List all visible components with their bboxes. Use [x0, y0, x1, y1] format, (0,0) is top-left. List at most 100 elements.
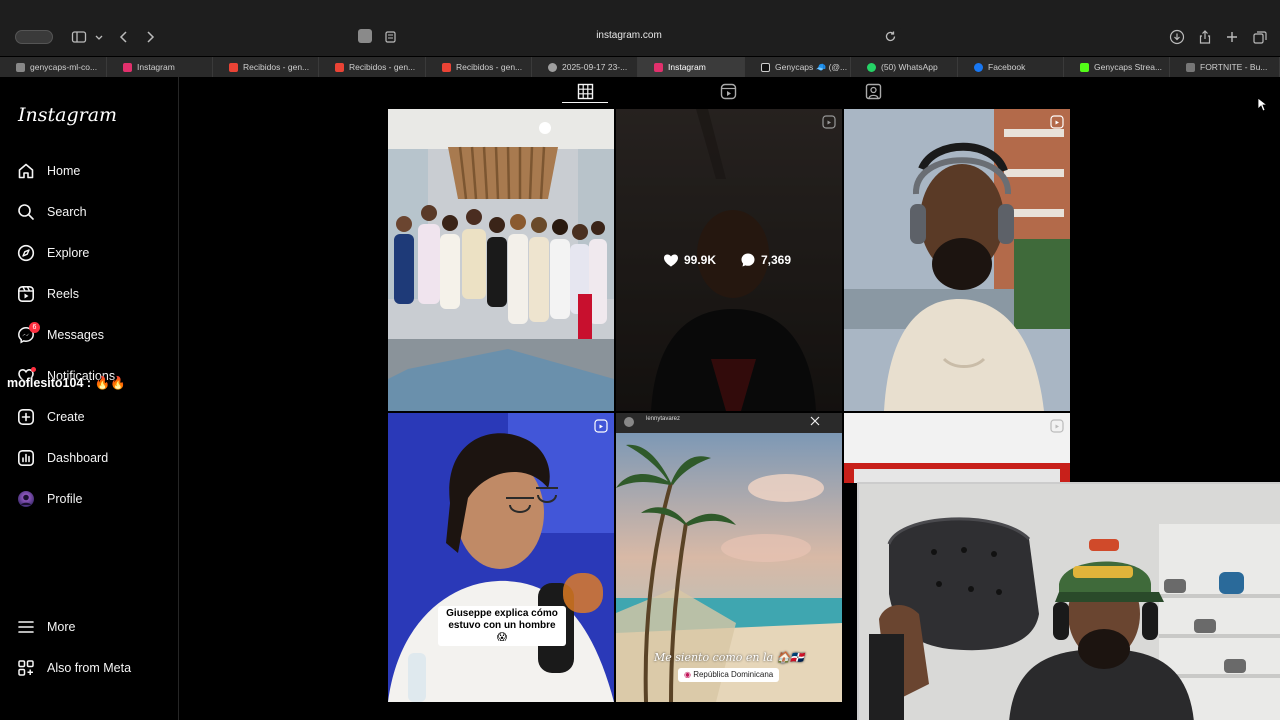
browser-tab[interactable]: (50) WhatsApp: [851, 57, 958, 77]
browser-tab[interactable]: Recibidos - gen...: [426, 57, 532, 77]
story-username: lennytavarez: [646, 416, 681, 422]
nav-label: Profile: [47, 492, 83, 506]
likes-value: 99.9K: [684, 253, 717, 267]
tab-favicon-icon: [335, 62, 344, 72]
post-thumbnail[interactable]: [844, 109, 1070, 411]
reel-indicator-icon: [1050, 115, 1064, 129]
post-thumbnail-hovered[interactable]: 99.9K 7,369: [616, 109, 842, 411]
tab-label: 2025-09-17 23-...: [562, 62, 628, 72]
tab-favicon-icon: [442, 62, 451, 72]
nav-label: Dashboard: [47, 451, 109, 465]
browser-tab[interactable]: Genycaps Strea...: [1064, 57, 1170, 77]
nav-search[interactable]: Search: [17, 202, 87, 222]
post-thumbnail[interactable]: [388, 413, 614, 702]
reel-caption: Giuseppe explica cómo estuvo con un homb…: [438, 606, 566, 646]
nav-reels[interactable]: Reels: [17, 284, 79, 304]
browser-tab[interactable]: Recibidos - gen...: [213, 57, 319, 77]
post-thumbnail[interactable]: [388, 109, 614, 411]
browser-tab[interactable]: Instagram: [107, 57, 213, 77]
mouse-cursor: [1257, 97, 1269, 117]
reload-icon[interactable]: [884, 30, 897, 48]
tagged-icon[interactable]: [865, 83, 882, 100]
nav-more[interactable]: More: [17, 617, 75, 637]
browser-tab-active[interactable]: Instagram: [638, 57, 745, 77]
nav-dashboard[interactable]: Dashboard: [17, 448, 108, 468]
messages-badge: 6: [29, 322, 40, 333]
close-icon[interactable]: [810, 416, 820, 426]
new-tab-icon[interactable]: [1224, 29, 1240, 45]
comments-count: 7,369: [741, 253, 791, 267]
nav-label: Explore: [47, 246, 90, 260]
share-icon[interactable]: [1197, 29, 1213, 45]
post-thumbnail[interactable]: [844, 413, 1070, 483]
home-icon: [17, 162, 35, 180]
tab-label: genycaps-ml-co...: [30, 62, 98, 72]
meta-icon: [17, 659, 35, 677]
tab-favicon-icon: [123, 62, 132, 72]
browser-tab[interactable]: 2025-09-17 23-...: [532, 57, 638, 77]
tab-label: Recibidos - gen...: [243, 62, 310, 72]
tab-favicon-icon: [229, 62, 238, 72]
tab-label: Recibidos - gen...: [456, 62, 523, 72]
tab-favicon-icon: [974, 62, 983, 72]
heart-filled-icon: [664, 254, 678, 267]
likes-count: 99.9K: [664, 253, 716, 267]
nav-messages[interactable]: 6 Messages: [17, 322, 104, 345]
tab-label: Genycaps 🧢 (@...: [775, 61, 848, 72]
download-icon[interactable]: [1169, 29, 1185, 45]
instagram-logo[interactable]: Instagram: [18, 104, 117, 126]
tab-favicon-icon: [1186, 62, 1195, 72]
browser-tab[interactable]: Facebook: [958, 57, 1064, 77]
nav-label: Messages: [47, 328, 104, 342]
address-bar[interactable]: instagram.com: [355, 27, 903, 47]
tab-label: Instagram: [137, 62, 175, 72]
sidebar-toggle-icon[interactable]: [71, 29, 87, 45]
story-text: Me siento como en la 🏠🇩🇴: [654, 651, 804, 664]
reel-indicator-icon: [594, 419, 608, 433]
tab-overview-icon[interactable]: [1252, 29, 1268, 45]
comments-value: 7,369: [761, 253, 792, 267]
post-thumbnail[interactable]: lennytavarez Me siento como en la 🏠🇩🇴 ◉ …: [616, 413, 842, 702]
back-icon[interactable]: [116, 29, 132, 45]
tab-label: Facebook: [988, 62, 1026, 72]
nav-explore[interactable]: Explore: [17, 243, 89, 263]
tab-bar: genycaps-ml-co... Instagram Recibidos - …: [0, 57, 1280, 77]
browser-tab[interactable]: Recibidos - gen...: [319, 57, 426, 77]
avatar-icon: [17, 490, 35, 508]
reels-icon[interactable]: [720, 83, 737, 100]
nav-label: Search: [47, 205, 87, 219]
compass-icon: [17, 244, 35, 262]
browser-tab[interactable]: FORTNITE - Bu...: [1170, 57, 1280, 77]
nav-label: More: [47, 620, 76, 634]
posts-grid-icon[interactable]: [577, 83, 594, 100]
search-icon: [17, 203, 35, 221]
active-tab-indicator: [562, 102, 608, 103]
location-sticker[interactable]: ◉ República Dominicana: [678, 668, 780, 682]
reel-indicator-icon: [1050, 419, 1064, 433]
chevron-down-icon[interactable]: [93, 29, 105, 45]
tab-favicon-icon: [867, 62, 876, 72]
nav-profile[interactable]: Profile: [17, 489, 82, 509]
story-avatar: [624, 417, 634, 427]
tab-favicon-icon: [1080, 62, 1089, 72]
tab-label: Recibidos - gen...: [349, 62, 416, 72]
messenger-icon: 6: [17, 322, 40, 344]
tab-favicon-icon: [16, 62, 25, 72]
plus-square-icon: [17, 408, 35, 426]
reel-indicator-icon: [822, 115, 836, 129]
chart-icon: [17, 449, 35, 467]
tab-favicon-icon: [548, 62, 557, 72]
tab-label: Instagram: [668, 62, 706, 72]
nav-create[interactable]: Create: [17, 407, 85, 427]
webcam-overlay: [857, 482, 1280, 720]
menu-icon: [17, 618, 35, 636]
forward-icon[interactable]: [142, 29, 158, 45]
nav-home[interactable]: Home: [17, 161, 80, 181]
browser-tab[interactable]: Genycaps 🧢 (@...: [745, 57, 851, 77]
tab-favicon-icon: [654, 62, 663, 72]
browser-toolbar: instagram.com: [0, 0, 1280, 56]
window-controls[interactable]: [15, 30, 53, 44]
nav-also-from-meta[interactable]: Also from Meta: [17, 658, 131, 678]
nav-label: Home: [47, 164, 81, 178]
browser-tab[interactable]: genycaps-ml-co...: [0, 57, 107, 77]
